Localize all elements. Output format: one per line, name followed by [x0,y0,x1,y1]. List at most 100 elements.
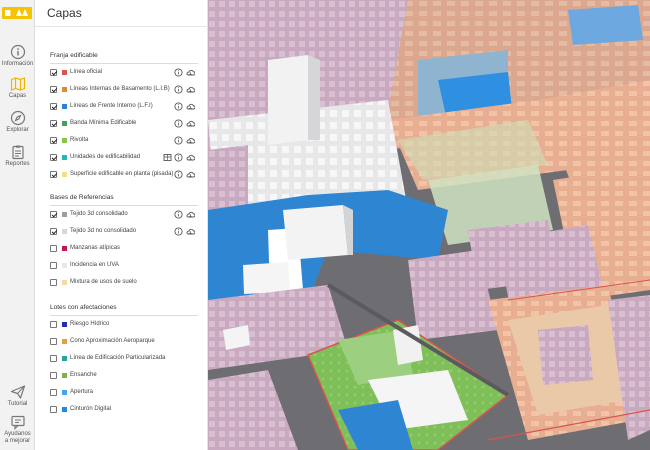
divider [35,26,208,27]
layer-color-swatch [62,390,67,395]
layer-color-swatch [62,172,67,177]
layer-checkbox[interactable] [50,355,57,362]
layer-checkbox[interactable] [50,321,57,328]
layer-row[interactable]: Líneas Internas de Basamento (L.I.B) [50,84,205,96]
rail-item-label: Reportes [5,161,30,167]
layer-row[interactable]: Cono Aproximación Aeroparque [50,336,205,348]
layer-row[interactable]: Apertura [50,387,205,399]
cloud-download-icon[interactable] [186,68,195,77]
layer-row[interactable]: Tejido 3d consolidado [50,209,205,221]
cloud-download-icon[interactable] [186,136,195,145]
layer-label: Tejido 3d consolidado [70,211,128,217]
layer-checkbox[interactable] [50,69,57,76]
layer-color-swatch [62,263,67,268]
layer-row[interactable]: Línea de Edificación Particularizada [50,353,205,365]
cloud-download-icon[interactable] [186,119,195,128]
rail-item-label: Ayudanos a mejorar [4,431,31,444]
rail-item-reportes[interactable]: Reportes [0,144,35,168]
layer-row[interactable]: Superficie edificable en planta (pisada) [50,169,205,181]
layer-label: Línea de Edificación Particularizada [70,355,166,361]
layer-color-swatch [62,407,67,412]
layer-row[interactable]: Riesgo Hídrico [50,319,205,331]
cloud-download-icon[interactable] [186,85,195,94]
cloud-download-icon[interactable] [186,170,195,179]
layer-checkbox[interactable] [50,211,57,218]
map-canvas[interactable] [208,0,650,450]
layer-checkbox[interactable] [50,372,57,379]
layer-checkbox[interactable] [50,228,57,235]
info-icon[interactable] [174,170,183,179]
info-icon[interactable] [174,119,183,128]
rail-item-informacion[interactable]: Información [0,44,35,68]
cloud-download-icon[interactable] [186,153,195,162]
section-divider [50,205,198,206]
info-icon[interactable] [174,136,183,145]
layer-row[interactable]: Incidencia en UVA [50,260,205,272]
section-divider [50,315,198,316]
layer-row[interactable]: Rivolta [50,135,205,147]
info-icon[interactable] [174,227,183,236]
rail-item-tutorial[interactable]: Tutorial [0,384,35,408]
rail-item-label: Tutorial [7,401,28,407]
layer-row[interactable]: Ensanche [50,370,205,382]
layer-checkbox[interactable] [50,262,57,269]
layer-row[interactable]: Tejido 3d no consolidado [50,226,205,238]
layer-checkbox[interactable] [50,279,57,286]
layer-row[interactable]: Línea oficial [50,67,205,79]
table-icon[interactable] [163,153,172,162]
feedback-icon [10,415,25,430]
info-icon[interactable] [174,210,183,219]
layer-checkbox[interactable] [50,406,57,413]
layer-checkbox[interactable] [50,137,57,144]
layer-label: Rivolta [70,137,89,143]
layer-color-swatch [62,87,67,92]
layer-checkbox[interactable] [50,338,57,345]
layer-checkbox[interactable] [50,86,57,93]
rail-item-explorar[interactable]: Explorar [0,110,35,134]
layer-row[interactable]: Líneas de Frente Interno (L.F.I) [50,101,205,113]
layer-label: Cono Aproximación Aeroparque [70,338,155,344]
layer-checkbox[interactable] [50,154,57,161]
section-divider [50,63,198,64]
layer-color-swatch [62,322,67,327]
layer-checkbox[interactable] [50,389,57,396]
info-icon[interactable] [174,68,183,77]
layer-color-swatch [62,70,67,75]
map-layers-icon [10,77,25,91]
layer-checkbox[interactable] [50,245,57,252]
cloud-download-icon[interactable] [186,210,195,219]
layer-row[interactable]: Mixtura de usos de suelo [50,277,205,289]
layer-row[interactable]: Banda Mínima Edificable [50,118,205,130]
layer-row[interactable]: Manzanas atípicas [50,243,205,255]
layer-checkbox[interactable] [50,171,57,178]
compass-icon [10,110,25,126]
layer-checkbox[interactable] [50,120,57,127]
layer-label: Cinturón Digital [70,406,112,412]
layer-label: Banda Mínima Edificable [70,120,137,126]
layer-color-swatch [62,229,67,234]
rail-item-feedback[interactable]: Ayudanos a mejorar [0,414,35,445]
section-title: Lotes con afectaciones [50,304,117,311]
layer-label: Incidencia en UVA [70,262,119,268]
info-icon [10,44,25,60]
panel-title: Capas [47,6,82,20]
info-icon[interactable] [174,85,183,94]
info-icon[interactable] [174,102,183,111]
layer-label: Líneas Internas de Basamento (L.I.B) [70,86,170,92]
layer-row[interactable]: Cinturón Digital [50,404,205,416]
layer-row[interactable]: Unidades de edificabilidad [50,152,205,164]
rail-item-capas[interactable]: Capas [0,76,35,100]
layer-checkbox[interactable] [50,103,57,110]
map-3d-view[interactable] [208,0,650,450]
cloud-download-icon[interactable] [186,227,195,236]
ba-logo[interactable] [2,6,32,20]
layer-color-swatch [62,104,67,109]
section-title: Franja edificable [50,52,98,59]
left-rail: Información Capas Explorar Reportes Tuto… [0,0,35,450]
layer-color-swatch [62,121,67,126]
layer-color-swatch [62,155,67,160]
cloud-download-icon[interactable] [186,102,195,111]
info-icon[interactable] [174,153,183,162]
layer-color-swatch [62,138,67,143]
rail-item-label: Explorar [6,127,29,133]
